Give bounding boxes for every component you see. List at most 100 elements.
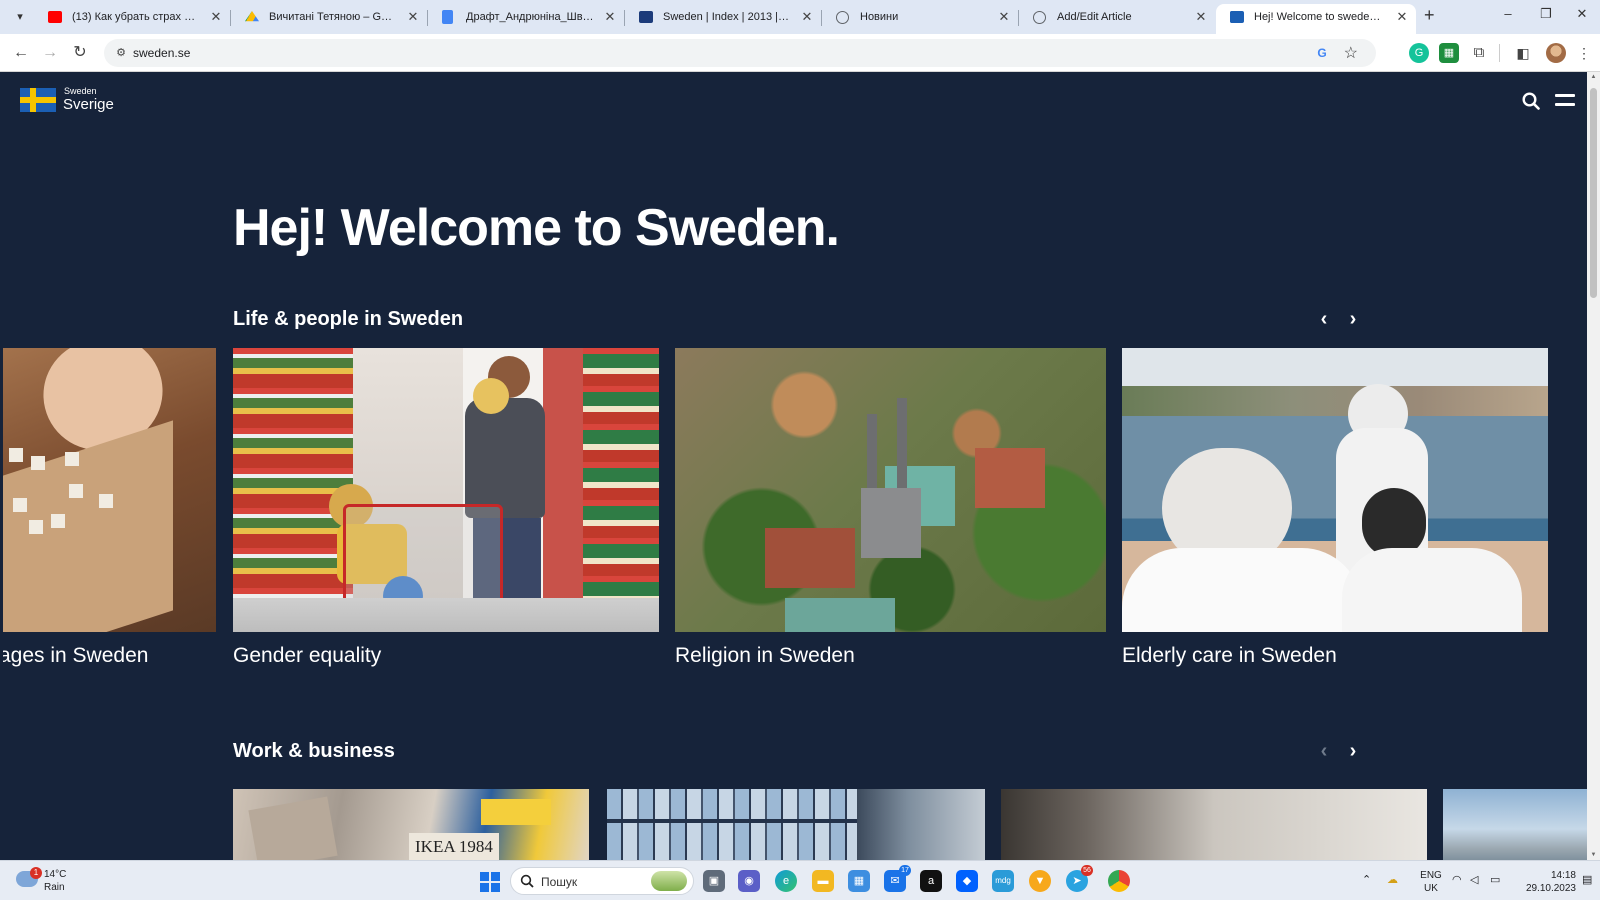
tab-search-button[interactable]: ▾	[9, 7, 31, 27]
clock[interactable]: 14:18 29.10.2023	[1516, 869, 1576, 895]
file-explorer-icon[interactable]: ▬	[812, 870, 834, 892]
tab-google-docs[interactable]: Драфт_Андрюніна_Швеція_б ✕	[428, 4, 624, 34]
tab-novyny[interactable]: Новини ✕	[822, 4, 1018, 34]
page-title: Hej! Welcome to Sweden.	[233, 199, 840, 257]
tab-sweden-se[interactable]: Hej! Welcome to sweden.se – I ✕	[1216, 4, 1416, 34]
forward-button[interactable]: →	[38, 41, 62, 65]
carousel-prev-button[interactable]: ‹	[1315, 740, 1333, 762]
mail-icon[interactable]: ✉ 17	[884, 865, 911, 892]
card-image	[1122, 348, 1548, 632]
sheets-extension-icon[interactable]: ▦	[1439, 43, 1459, 63]
site-info-icon[interactable]: ⚙	[112, 44, 130, 62]
card-elderly-care[interactable]: Elderly care in Sweden	[1122, 348, 1548, 678]
battery-icon[interactable]: ▭	[1490, 873, 1500, 886]
card-caption: Religion in Sweden	[675, 644, 855, 667]
telegram-badge: 56	[1081, 865, 1093, 876]
amazon-icon[interactable]: a	[920, 870, 942, 892]
tab-bar: ▾ (13) Как убрать страх проявить ✕ Вичит…	[0, 0, 1600, 34]
shield-browser-icon[interactable]: ▼	[1029, 870, 1051, 892]
docs-icon	[442, 10, 453, 24]
address-bar: ← → ↻ ⚙ sweden.se G ☆ G ▦ ⧉ ◧ ⋮	[0, 34, 1600, 72]
onedrive-icon[interactable]: ☁	[1387, 873, 1398, 886]
card-languages[interactable]: ages in Sweden	[3, 348, 216, 678]
card-image	[3, 348, 216, 632]
notifications-icon[interactable]: ▤	[1582, 873, 1592, 886]
url-text[interactable]: sweden.se	[133, 46, 190, 60]
windows-start-icon[interactable]	[480, 872, 500, 892]
carousel-next-button[interactable]: ›	[1344, 308, 1362, 330]
minimize-button[interactable]: –	[1488, 6, 1528, 21]
card-religion[interactable]: Religion in Sweden	[675, 348, 1106, 678]
section-title-life-people: Life & people in Sweden	[233, 308, 464, 330]
task-view-icon[interactable]: ▣	[703, 870, 725, 892]
tab-youtube[interactable]: (13) Как убрать страх проявить ✕	[34, 4, 230, 34]
weather-condition: Rain	[44, 882, 65, 893]
scroll-up-icon[interactable]: ▲	[1589, 74, 1598, 80]
teams-chat-icon[interactable]: ◉	[738, 870, 760, 892]
dropbox-icon[interactable]: ◆	[956, 870, 978, 892]
scroll-down-icon[interactable]: ▼	[1589, 852, 1598, 858]
card-ikea[interactable]: IKEA 1984	[233, 789, 589, 860]
taskbar-search[interactable]: Пошук	[510, 867, 694, 895]
tab-eige-index[interactable]: Sweden | Index | 2013 | Gender ✕	[625, 4, 821, 34]
tab-add-edit-article[interactable]: Add/Edit Article ✕	[1019, 4, 1215, 34]
restore-button[interactable]: ❐	[1526, 6, 1566, 22]
logo-big-text: Sverige	[63, 96, 114, 113]
close-icon[interactable]: ✕	[996, 4, 1012, 30]
card-image	[1443, 789, 1587, 860]
lang-bottom: UK	[1424, 883, 1438, 894]
card-gender-equality[interactable]: Gender equality	[233, 348, 659, 678]
telegram-icon[interactable]: ➤ 56	[1066, 865, 1093, 892]
close-window-button[interactable]: ✕	[1562, 6, 1600, 22]
microsoft-store-icon[interactable]: ▦	[848, 870, 870, 892]
mdg-app-icon[interactable]: mdg	[992, 870, 1014, 892]
logo-small-text: Sweden	[64, 86, 97, 96]
globe-icon	[836, 11, 849, 24]
close-icon[interactable]: ✕	[602, 4, 618, 30]
edge-icon[interactable]: e	[775, 870, 797, 892]
avatar[interactable]	[1546, 43, 1566, 63]
tab-title: Sweden | Index | 2013 | Gender	[663, 11, 791, 23]
card-office-building[interactable]	[607, 789, 985, 860]
wifi-icon[interactable]: ◠	[1452, 873, 1462, 886]
card-image	[1001, 789, 1427, 860]
tray-overflow-icon[interactable]: ⌃	[1362, 873, 1371, 886]
scrollbar-thumb[interactable]	[1590, 88, 1597, 298]
card-work[interactable]	[1001, 789, 1427, 860]
omnibox[interactable]: ⚙ sweden.se G ☆	[104, 39, 1376, 67]
page-scrollbar[interactable]: ▲ ▼	[1587, 72, 1600, 860]
carousel-next-button[interactable]: ›	[1344, 740, 1362, 762]
menu-kebab-icon[interactable]: ⋮	[1574, 43, 1594, 63]
volume-icon[interactable]: ◁	[1470, 873, 1478, 886]
close-icon[interactable]: ✕	[1193, 4, 1209, 30]
tab-google-drive[interactable]: Вичитані Тетяною – Google Д ✕	[231, 4, 427, 34]
language-indicator[interactable]: ENG UK	[1416, 869, 1446, 895]
lang-top: ENG	[1420, 870, 1442, 881]
card-harbour[interactable]	[1443, 789, 1587, 860]
close-icon[interactable]: ✕	[1394, 4, 1410, 30]
eige-icon	[639, 11, 653, 23]
reload-button[interactable]: ↻	[68, 41, 92, 65]
grammarly-icon[interactable]: G	[1409, 43, 1429, 63]
side-panel-icon[interactable]: ◧	[1513, 43, 1533, 63]
search-icon[interactable]	[1522, 92, 1540, 110]
carousel-prev-button[interactable]: ‹	[1315, 308, 1333, 330]
menu-icon[interactable]	[1555, 94, 1575, 108]
tab-title: Новини	[860, 11, 899, 23]
back-button[interactable]: ←	[9, 41, 33, 65]
extensions-icon[interactable]: ⧉	[1469, 43, 1489, 63]
globe-icon	[1033, 11, 1046, 24]
weather-widget[interactable]: 1 14°C Rain	[16, 867, 86, 897]
close-icon[interactable]: ✕	[208, 4, 224, 30]
bookmark-star-icon[interactable]: ☆	[1344, 43, 1358, 63]
google-lens-icon[interactable]: G	[1314, 45, 1330, 61]
close-icon[interactable]: ✕	[405, 4, 421, 30]
youtube-icon	[48, 11, 62, 23]
chrome-icon[interactable]	[1108, 870, 1130, 892]
clock-date: 29.10.2023	[1525, 883, 1576, 894]
windows-taskbar: 1 14°C Rain Пошук ▣ ◉ e ▬ ▦ ✉ 17 a ◆ mdg …	[0, 860, 1600, 900]
new-tab-button[interactable]: +	[1424, 5, 1435, 26]
close-icon[interactable]: ✕	[799, 4, 815, 30]
sweden-flag-icon	[1230, 11, 1244, 23]
card-caption: ages in Sweden	[3, 644, 149, 667]
